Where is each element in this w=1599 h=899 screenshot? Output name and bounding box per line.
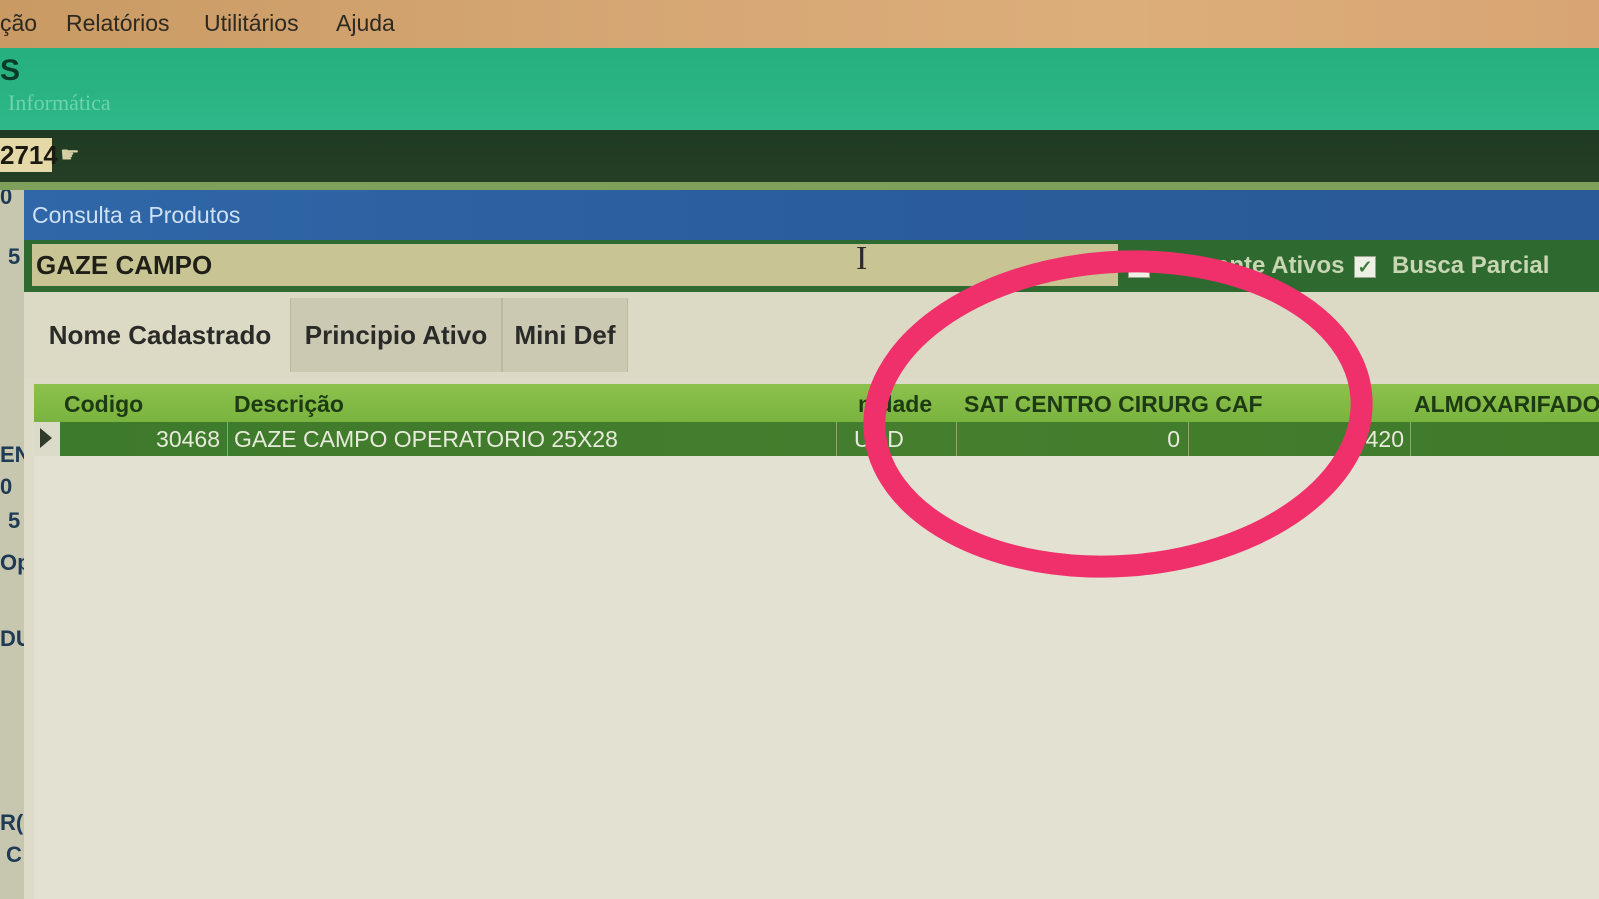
strip-text: EN xyxy=(0,442,24,467)
menu-item-relatorios[interactable]: Relatórios xyxy=(66,10,170,37)
strip-text: R( xyxy=(0,810,24,835)
column-header-almoxarifado[interactable]: ALMOXARIFADO xyxy=(1414,391,1599,418)
menu-item-utilitarios[interactable]: Utilitários xyxy=(204,10,299,37)
column-divider xyxy=(1410,422,1411,456)
menu-item-config[interactable]: ção xyxy=(0,10,37,37)
banner-title: S xyxy=(0,54,21,87)
background-window-strip: 0 5 EN 0 5 Op DU R( C xyxy=(0,190,24,899)
column-header-unidade[interactable]: nidade xyxy=(858,391,932,418)
column-header-descricao[interactable]: Descrição xyxy=(234,391,344,418)
pointing-hand-icon[interactable]: ☛ xyxy=(60,142,80,168)
strip-text: DU xyxy=(0,626,24,651)
toolbar-divider xyxy=(0,182,1599,190)
search-row: I ✓ Somente Ativos ✓ Busca Parcial xyxy=(24,240,1599,292)
cell-sat-centro-cirurg-caf: 0 xyxy=(1167,426,1180,452)
strip-text: C xyxy=(6,842,22,867)
consulta-produtos-dialog: Consulta a Produtos I ✓ Somente Ativos ✓… xyxy=(24,190,1599,899)
column-divider xyxy=(227,422,228,456)
user-code-field: 2714 xyxy=(0,138,58,172)
tab-nome-cadastrado[interactable]: Nome Cadastrado xyxy=(30,298,290,372)
somente-ativos-checkbox[interactable]: ✓ xyxy=(1128,256,1150,278)
grid-header: Codigo Descrição nidade SAT CENTRO CIRUR… xyxy=(34,384,1599,422)
cell-codigo: 30468 xyxy=(156,426,220,452)
cell-descricao: GAZE CAMPO OPERATORIO 25X28 xyxy=(234,426,618,452)
column-header-codigo[interactable]: Codigo xyxy=(64,391,143,418)
text-cursor-icon: I xyxy=(856,240,868,277)
row-indicator xyxy=(34,422,60,456)
column-divider xyxy=(1188,422,1189,456)
column-divider xyxy=(836,422,837,456)
somente-ativos-label: Somente Ativos xyxy=(1164,252,1345,279)
menu-item-ajuda[interactable]: Ajuda xyxy=(336,10,395,37)
column-header-sat-centro-cirurg-caf[interactable]: SAT CENTRO CIRURG CAF xyxy=(964,391,1263,418)
strip-text: 0 xyxy=(0,190,13,209)
tab-principio-ativo[interactable]: Principio Ativo xyxy=(290,298,502,372)
row-pointer-icon xyxy=(40,428,52,448)
cell-unidade: UND xyxy=(854,426,904,452)
table-row[interactable]: 30468 GAZE CAMPO OPERATORIO 25X28 UND 0 … xyxy=(34,422,1599,456)
busca-parcial-label: Busca Parcial xyxy=(1392,252,1550,279)
search-input[interactable] xyxy=(32,244,1118,286)
cell-almoxarifado: 420 xyxy=(1365,426,1404,452)
strip-text: 5 xyxy=(8,244,21,269)
products-grid: Codigo Descrição nidade SAT CENTRO CIRUR… xyxy=(34,384,1599,899)
banner-subtitle: Informática xyxy=(8,90,111,115)
toolbar: 2714 ☛ xyxy=(0,130,1599,182)
search-mode-tabs: Nome Cadastrado Principio Ativo Mini Def xyxy=(24,292,1599,378)
strip-text: 0 xyxy=(0,474,13,499)
busca-parcial-checkbox[interactable]: ✓ xyxy=(1354,256,1376,278)
dialog-titlebar[interactable]: Consulta a Produtos xyxy=(24,190,1599,240)
dialog-title: Consulta a Produtos xyxy=(32,202,241,228)
menu-bar: ção Relatórios Utilitários Ajuda xyxy=(0,0,1599,48)
strip-text: Op xyxy=(0,550,24,575)
app-banner: S Informática xyxy=(0,48,1599,130)
tab-mini-def[interactable]: Mini Def xyxy=(502,298,628,372)
column-divider xyxy=(956,422,957,456)
strip-text: 5 xyxy=(8,508,21,533)
